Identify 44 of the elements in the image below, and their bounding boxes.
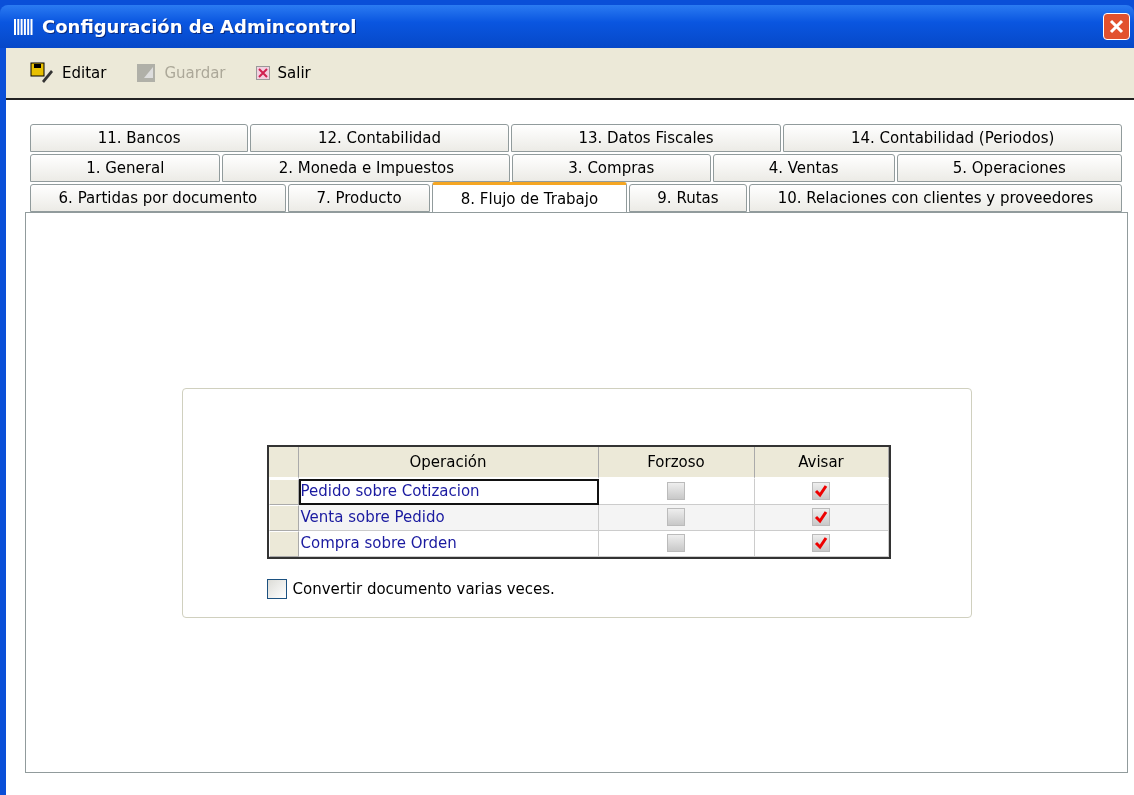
checkbox[interactable] [812,534,830,552]
tab[interactable]: 1. General [30,154,221,182]
tab[interactable]: 7. Producto [287,184,431,212]
tab[interactable]: 8. Flujo de Trabajo [432,182,627,212]
column-header: Forzoso [598,446,755,479]
tab[interactable]: 2. Moneda e Impuestos [222,154,511,182]
window-title: Configuración de Admincontrol [42,16,358,37]
tab[interactable]: 9. Rutas [628,184,748,212]
row-selector[interactable] [268,478,299,505]
tab[interactable]: 13. Datos Fiscales [510,124,782,152]
table-cell[interactable]: Venta sobre Pedido [298,504,599,531]
toolbar-button[interactable]: Editar [28,60,109,86]
close-icon [1109,19,1124,34]
checkbox[interactable] [667,508,685,526]
checkbox-label: Convertir documento varias veces. [292,579,555,598]
tab[interactable]: 12. Contabilidad [250,124,509,152]
check-icon [814,510,828,524]
table-cell[interactable]: Compra sobre Orden [298,530,599,557]
toolbar-button[interactable]: Salir [253,62,313,84]
checkbox[interactable] [266,578,287,599]
column-header: Avisar [754,446,889,479]
checkbox[interactable] [667,482,685,500]
row-selector[interactable] [268,530,299,557]
tab[interactable]: 3. Compras [512,154,711,182]
column-header: Operación [298,446,599,479]
app-icon [14,18,34,35]
row-selector[interactable] [268,504,299,531]
checkbox[interactable] [812,508,830,526]
close-icon [255,66,270,80]
save-icon [136,63,157,83]
tab[interactable]: 4. Ventas [712,154,895,182]
tab[interactable]: 5. Operaciones [896,154,1122,182]
tab[interactable]: 10. Relaciones con clientes y proveedores [749,184,1122,212]
checkbox[interactable] [812,482,830,500]
tab[interactable]: 11. Bancos [30,124,249,152]
tab[interactable]: 14. Contabilidad (Periodos) [783,124,1123,152]
check-icon [814,536,828,550]
floppy-pencil-icon [30,62,54,84]
tab[interactable]: 6. Partidas por documento [30,184,286,212]
close-button[interactable] [1103,13,1130,40]
header-corner [268,446,299,479]
check-icon [814,484,828,498]
checkbox[interactable] [667,534,685,552]
table-cell[interactable]: Pedido sobre Cotizacion [298,478,599,505]
